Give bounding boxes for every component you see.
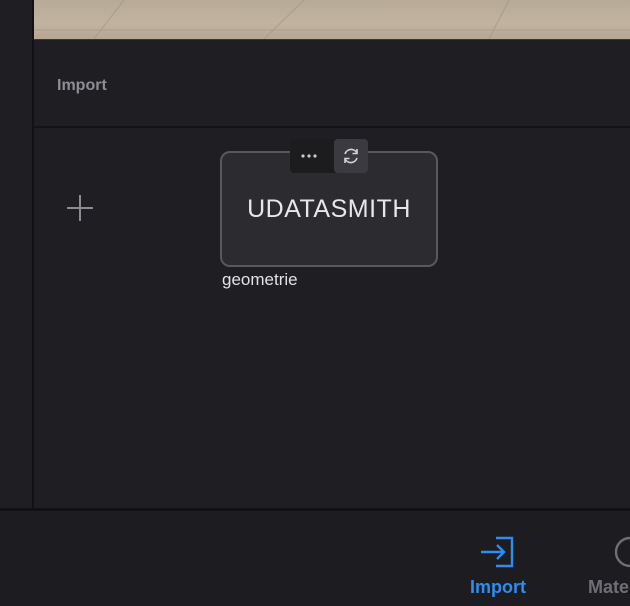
bottom-navigation: Import Mate: [0, 508, 630, 606]
nav-tab-import[interactable]: Import: [460, 511, 536, 606]
nav-tab-materials[interactable]: Mate: [585, 511, 630, 606]
scene-preview-image: [34, 0, 630, 40]
refresh-icon: [344, 148, 358, 164]
more-options-icon: [301, 154, 317, 158]
more-options-button[interactable]: [292, 139, 326, 173]
nav-label-materials: Mate: [588, 577, 630, 597]
file-card-toolbar: [290, 139, 368, 173]
import-section-label: Import: [57, 77, 107, 94]
add-file-button[interactable]: [62, 190, 98, 226]
materials-circle-icon: [614, 536, 630, 568]
import-section-header: Import: [34, 40, 630, 128]
nav-label-import: Import: [470, 577, 526, 597]
import-arrow-icon: [481, 536, 514, 568]
refresh-button[interactable]: [334, 139, 368, 173]
left-panel-edge: [0, 0, 34, 508]
file-type-label: UDATASMITH: [247, 195, 411, 223]
plus-icon: [67, 195, 93, 221]
file-name-label: geometrie: [222, 270, 298, 289]
